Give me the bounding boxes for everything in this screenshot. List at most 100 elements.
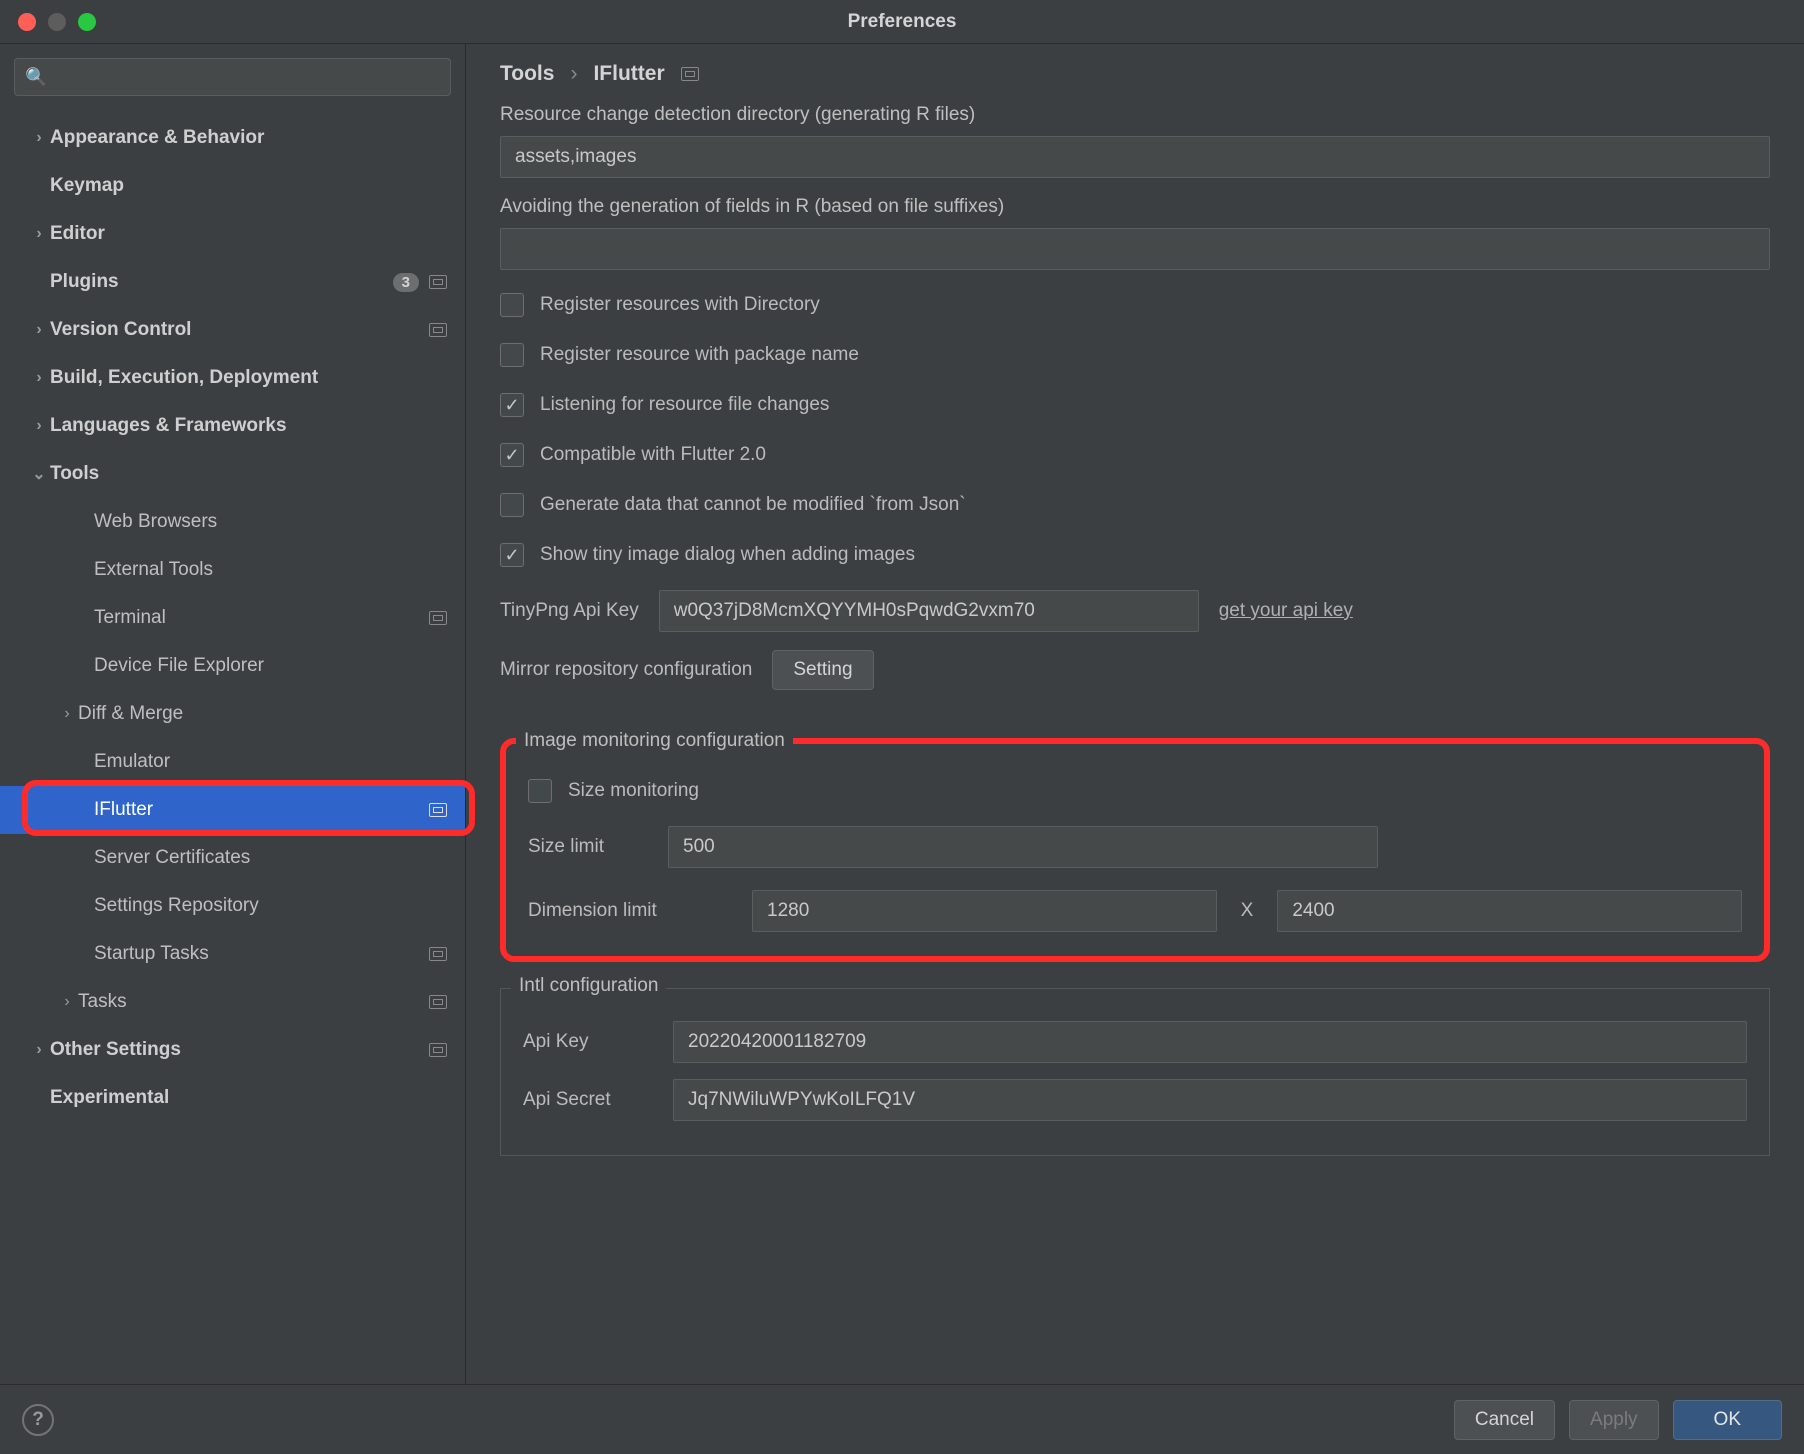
sidebar-item-terminal[interactable]: Terminal (0, 594, 465, 642)
sidebar-item-tasks[interactable]: ›Tasks (0, 978, 465, 1026)
checkbox-row[interactable]: Show tiny image dialog when adding image… (500, 530, 1770, 580)
scope-icon (429, 275, 447, 289)
search-input[interactable] (14, 58, 451, 96)
main-scroll[interactable]: Tools › IFlutter Resource change detecti… (466, 44, 1804, 1384)
image-monitoring-legend: Image monitoring configuration (516, 730, 793, 752)
sidebar-item-web-browsers[interactable]: Web Browsers (0, 498, 465, 546)
breadcrumb-root[interactable]: Tools (500, 62, 554, 86)
sidebar-item-settings-repository[interactable]: Settings Repository (0, 882, 465, 930)
chevron-icon: › (28, 1041, 50, 1059)
intl-fieldset: Intl configuration Api Key Api Secret (500, 988, 1770, 1156)
sidebar-item-external-tools[interactable]: External Tools (0, 546, 465, 594)
intl-apikey-input[interactable] (673, 1021, 1747, 1063)
cancel-button[interactable]: Cancel (1454, 1400, 1555, 1440)
checkbox-label: Generate data that cannot be modified `f… (540, 494, 966, 516)
chevron-icon: ⌄ (28, 464, 50, 484)
scope-icon (429, 947, 447, 961)
sidebar-item-label: Plugins (50, 271, 393, 293)
sidebar-item-iflutter[interactable]: IFlutter (0, 786, 465, 834)
sidebar: ›Appearance & BehaviorKeymap›EditorPlugi… (0, 44, 466, 1384)
checkbox[interactable] (500, 443, 524, 467)
checkbox-row[interactable]: Register resources with Directory (500, 280, 1770, 330)
size-monitoring-label: Size monitoring (568, 780, 699, 802)
size-limit-input[interactable] (668, 826, 1378, 868)
tree-wrap: ›Appearance & BehaviorKeymap›EditorPlugi… (0, 106, 465, 1122)
size-limit-label: Size limit (528, 836, 648, 858)
checkbox-row[interactable]: Generate data that cannot be modified `f… (500, 480, 1770, 530)
checkbox-row[interactable]: Register resource with package name (500, 330, 1770, 380)
size-monitoring-row[interactable]: Size monitoring (528, 766, 1742, 816)
sidebar-item-label: Server Certificates (94, 847, 447, 869)
dimension-limit-row: Dimension limit X (528, 890, 1742, 932)
dimension-height-input[interactable] (1277, 890, 1742, 932)
checkbox[interactable] (500, 493, 524, 517)
chevron-icon: › (28, 129, 50, 147)
sidebar-item-label: Build, Execution, Deployment (50, 367, 447, 389)
avoid-suffix-label: Avoiding the generation of fields in R (… (500, 196, 1770, 218)
ok-button[interactable]: OK (1673, 1400, 1782, 1440)
sidebar-item-label: Keymap (50, 175, 447, 197)
mirror-row: Mirror repository configuration Setting (500, 650, 1770, 690)
tinypng-input[interactable] (659, 590, 1199, 632)
sidebar-item-other-settings[interactable]: ›Other Settings (0, 1026, 465, 1074)
checkbox[interactable] (500, 343, 524, 367)
count-badge: 3 (393, 273, 419, 292)
sidebar-item-label: Version Control (50, 319, 429, 341)
sidebar-item-diff-merge[interactable]: ›Diff & Merge (0, 690, 465, 738)
chevron-icon: › (28, 369, 50, 387)
titlebar: Preferences (0, 0, 1804, 44)
apply-button[interactable]: Apply (1569, 1400, 1659, 1440)
scope-icon (429, 995, 447, 1009)
image-monitoring-fieldset: Image monitoring configuration Size moni… (500, 738, 1770, 962)
breadcrumb: Tools › IFlutter (500, 62, 1770, 86)
checkbox-label: Listening for resource file changes (540, 394, 829, 416)
dimension-separator: X (1241, 900, 1254, 922)
mirror-label: Mirror repository configuration (500, 659, 752, 681)
resource-dir-input[interactable] (500, 136, 1770, 178)
sidebar-item-emulator[interactable]: Emulator (0, 738, 465, 786)
settings-tree[interactable]: ›Appearance & BehaviorKeymap›EditorPlugi… (0, 106, 465, 1122)
checkbox-label: Compatible with Flutter 2.0 (540, 444, 766, 466)
sidebar-item-tools[interactable]: ⌄Tools (0, 450, 465, 498)
checkbox-label: Register resources with Directory (540, 294, 820, 316)
scope-icon (429, 611, 447, 625)
avoid-suffix-input[interactable] (500, 228, 1770, 270)
dimension-width-input[interactable] (752, 890, 1217, 932)
checkbox-row[interactable]: Compatible with Flutter 2.0 (500, 430, 1770, 480)
sidebar-item-languages-frameworks[interactable]: ›Languages & Frameworks (0, 402, 465, 450)
resource-dir-label: Resource change detection directory (gen… (500, 104, 1770, 126)
search-wrap (0, 44, 465, 106)
sidebar-item-server-certificates[interactable]: Server Certificates (0, 834, 465, 882)
help-icon[interactable]: ? (22, 1404, 54, 1436)
chevron-icon: › (28, 417, 50, 435)
sidebar-item-label: Settings Repository (94, 895, 447, 917)
sidebar-item-label: Device File Explorer (94, 655, 447, 677)
sidebar-item-experimental[interactable]: Experimental (0, 1074, 465, 1122)
intl-apisecret-input[interactable] (673, 1079, 1747, 1121)
sidebar-item-editor[interactable]: ›Editor (0, 210, 465, 258)
checkbox-row[interactable]: Listening for resource file changes (500, 380, 1770, 430)
sidebar-item-version-control[interactable]: ›Version Control (0, 306, 465, 354)
checkbox[interactable] (500, 543, 524, 567)
sidebar-item-plugins[interactable]: Plugins3 (0, 258, 465, 306)
breadcrumb-leaf: IFlutter (593, 62, 664, 86)
sidebar-item-keymap[interactable]: Keymap (0, 162, 465, 210)
scope-icon (429, 1043, 447, 1057)
checkbox-label: Show tiny image dialog when adding image… (540, 544, 915, 566)
checkbox[interactable] (500, 293, 524, 317)
checkbox[interactable] (500, 393, 524, 417)
intl-legend: Intl configuration (511, 975, 666, 997)
sidebar-item-build-execution-deployment[interactable]: ›Build, Execution, Deployment (0, 354, 465, 402)
mirror-setting-button[interactable]: Setting (772, 650, 873, 690)
size-monitoring-checkbox[interactable] (528, 779, 552, 803)
preferences-window: Preferences ›Appearance & Behavior Keymap… (0, 0, 1804, 1454)
sidebar-item-label: Tasks (78, 991, 429, 1013)
tinypng-link[interactable]: get your api key (1219, 600, 1353, 622)
intl-apisecret-label: Api Secret (523, 1089, 653, 1111)
sidebar-item-device-file-explorer[interactable]: Device File Explorer (0, 642, 465, 690)
chevron-icon: › (56, 705, 78, 723)
sidebar-item-appearance-behavior[interactable]: ›Appearance & Behavior (0, 114, 465, 162)
sidebar-item-label: Tools (50, 463, 447, 485)
sidebar-item-label: Startup Tasks (94, 943, 429, 965)
sidebar-item-startup-tasks[interactable]: Startup Tasks (0, 930, 465, 978)
